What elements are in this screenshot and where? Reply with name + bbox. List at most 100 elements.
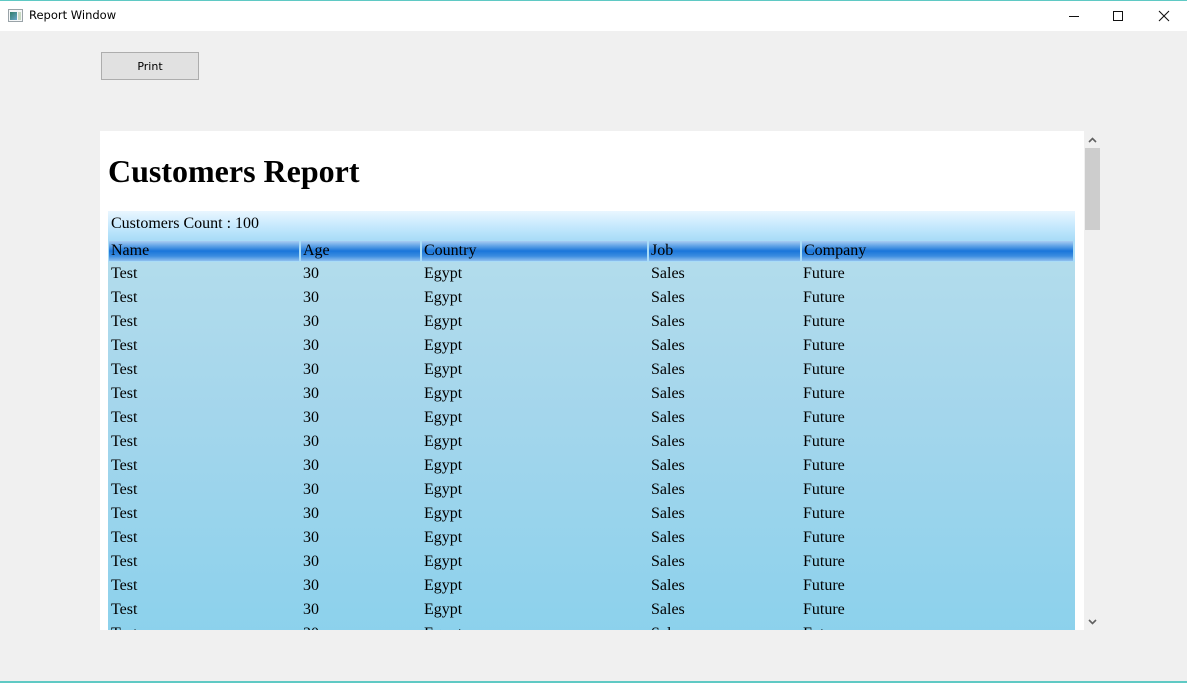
table-row: Test 30 Egypt Sales Future xyxy=(108,454,1075,478)
cell-age: 30 xyxy=(303,457,319,474)
cell-name: Test xyxy=(111,385,138,402)
cell-country: Egypt xyxy=(424,409,463,426)
cell-company: Future xyxy=(803,577,845,594)
cell-country: Egypt xyxy=(421,625,462,630)
table-row: Test 30 Egypt Sales Future xyxy=(108,310,1075,334)
cell-job: Sales xyxy=(651,601,685,618)
scroll-thumb[interactable] xyxy=(1085,148,1100,230)
window-title: Report Window xyxy=(29,8,117,22)
table-row: Test 30 Egypt Sales Future xyxy=(108,526,1075,550)
cell-name: Test xyxy=(111,433,138,450)
cell-age: 30 xyxy=(303,337,319,354)
cell-country: Egypt xyxy=(424,289,463,306)
cell-company: Future xyxy=(800,625,845,630)
cell-name: Test xyxy=(111,409,138,426)
cell-age: 30 xyxy=(303,553,319,570)
minimize-button[interactable] xyxy=(1051,1,1097,31)
close-button[interactable] xyxy=(1141,1,1187,31)
table-row: Test 30 Egypt Sales Future xyxy=(108,382,1075,406)
cell-company: Future xyxy=(803,337,845,354)
cell-company: Future xyxy=(803,505,845,522)
table-row: Test 30 Egypt Sales Future xyxy=(108,406,1075,430)
cell-age: 30 xyxy=(303,529,319,546)
cell-country: Egypt xyxy=(424,505,463,522)
cell-age: 30 xyxy=(303,577,319,594)
maximize-button[interactable] xyxy=(1095,1,1141,31)
cell-company: Future xyxy=(803,409,845,426)
cell-job: Sales xyxy=(651,505,685,522)
vertical-scrollbar[interactable] xyxy=(1084,131,1100,630)
table-header: Name Age Country Job Company xyxy=(108,240,1075,262)
table-row: Test 30 Egypt Sales Future xyxy=(108,550,1075,574)
cell-company: Future xyxy=(803,553,845,570)
cell-age: 30 xyxy=(303,265,319,282)
cell-job: Sales xyxy=(651,361,685,378)
cell-job: Sales xyxy=(651,481,685,498)
cell-job: Sales xyxy=(651,433,685,450)
cell-job: Sales xyxy=(651,289,685,306)
cell-company: Future xyxy=(803,601,845,618)
cell-country: Egypt xyxy=(424,361,463,378)
cell-name: Test xyxy=(111,601,138,618)
cell-country: Egypt xyxy=(424,385,463,402)
cell-age: 30 xyxy=(303,313,319,330)
cell-job: Sales xyxy=(651,529,685,546)
cell-country: Egypt xyxy=(424,553,463,570)
cell-name: Test xyxy=(111,265,138,282)
scroll-down-button[interactable] xyxy=(1084,613,1100,630)
print-button[interactable]: Print xyxy=(101,52,199,80)
minimize-icon xyxy=(1069,15,1079,17)
cell-job: Sales xyxy=(651,553,685,570)
report-viewer[interactable]: Customers Report Customers Count : 100 N… xyxy=(100,131,1084,630)
title-bar[interactable]: Report Window xyxy=(0,1,1187,31)
cell-name: Test xyxy=(111,337,138,354)
cell-company: Future xyxy=(803,457,845,474)
cell-job: Sales xyxy=(651,457,685,474)
table-row: Test 30 Egypt Sales Future xyxy=(108,334,1075,358)
table-row: Test 30 Egypt Sales Future xyxy=(108,430,1075,454)
cell-name: Test xyxy=(111,457,138,474)
customers-count-bar: Customers Count : 100 xyxy=(108,211,1075,240)
table-row: Test 30 Egypt Sales Future xyxy=(108,622,1075,630)
column-header-name: Name xyxy=(109,241,299,261)
table-row: Test 30 Egypt Sales Future xyxy=(108,358,1075,382)
table-body: Test 30 Egypt Sales Future Test 30 Egypt Sales Fu… xyxy=(108,262,1075,630)
cell-country: Egypt xyxy=(424,313,463,330)
cell-job: Sales xyxy=(651,577,685,594)
cell-country: Egypt xyxy=(424,577,463,594)
cell-country: Egypt xyxy=(424,457,463,474)
customers-count: Customers Count : 100 xyxy=(111,215,260,232)
maximize-icon xyxy=(1113,11,1123,21)
table-row: Test 30 Egypt Sales Future xyxy=(108,502,1075,526)
chevron-up-icon xyxy=(1087,136,1097,143)
table-row: Test 30 Egypt Sales Future xyxy=(108,286,1075,310)
cell-age: 30 xyxy=(303,409,319,426)
cell-company: Future xyxy=(803,433,845,450)
cell-country: Egypt xyxy=(424,481,463,498)
column-header-company: Company xyxy=(802,241,1073,261)
cell-company: Future xyxy=(803,289,845,306)
cell-age: 30 xyxy=(303,433,319,450)
cell-name: Test xyxy=(108,625,137,630)
cell-country: Egypt xyxy=(424,337,463,354)
cell-name: Test xyxy=(111,577,138,594)
cell-company: Future xyxy=(803,529,845,546)
table-row: Test 30 Egypt Sales Future xyxy=(108,478,1075,502)
cell-age: 30 xyxy=(303,361,319,378)
cell-name: Test xyxy=(111,289,138,306)
column-header-job: Job xyxy=(649,241,800,261)
cell-company: Future xyxy=(803,385,845,402)
cell-name: Test xyxy=(111,505,138,522)
cell-name: Test xyxy=(111,529,138,546)
cell-country: Egypt xyxy=(424,601,463,618)
table-row: Test 30 Egypt Sales Future xyxy=(108,262,1075,286)
report-title: Customers Report xyxy=(108,153,360,189)
cell-job: Sales xyxy=(651,313,685,330)
cell-age: 30 xyxy=(303,601,319,618)
cell-age: 30 xyxy=(303,289,319,306)
scroll-up-button[interactable] xyxy=(1084,131,1100,148)
table-row: Test 30 Egypt Sales Future xyxy=(108,598,1075,622)
cell-job: Sales xyxy=(648,625,685,630)
cell-age: 30 xyxy=(303,481,319,498)
cell-job: Sales xyxy=(651,409,685,426)
